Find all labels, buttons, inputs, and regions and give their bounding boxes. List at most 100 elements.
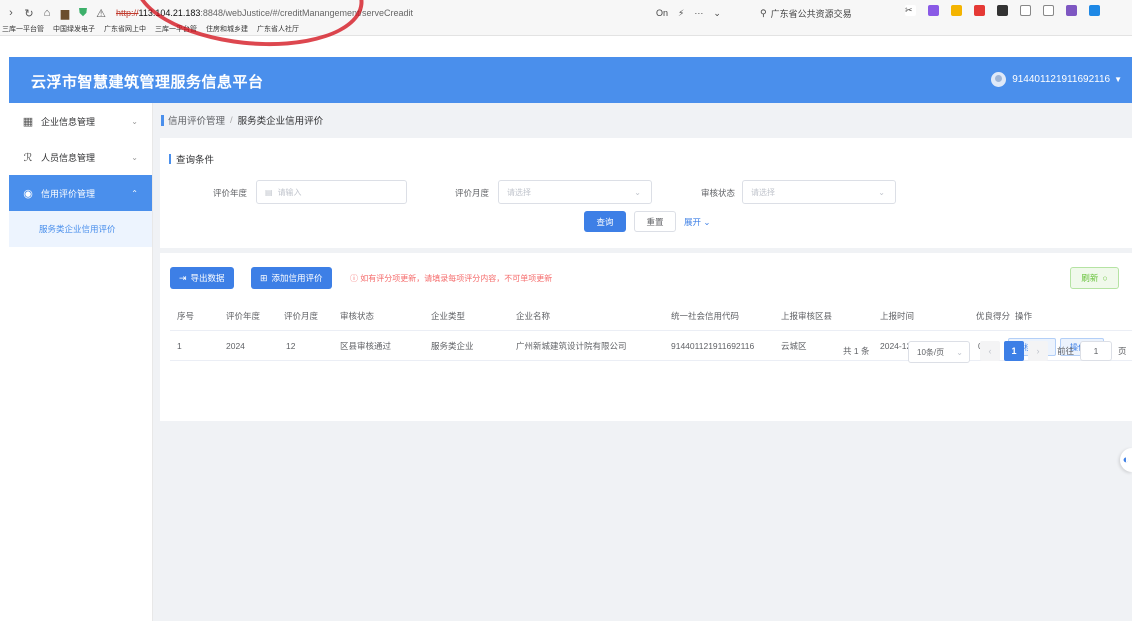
total-count: 共 1 条 <box>843 346 870 356</box>
breadcrumb-parent[interactable]: 信用评价管理 <box>168 113 225 127</box>
app-title: 云浮市智慧建筑管理服务信息平台 <box>31 74 264 91</box>
chevron-down-icon[interactable]: ⌄ <box>713 8 721 19</box>
table-panel: ⇥ 导出数据 ⊞ 添加信用评价 ⓘ 如有评分项更新，请填录每项评分内容，不可单项… <box>160 253 1132 421</box>
page-suffix: 页 <box>1118 346 1127 356</box>
expand-link[interactable]: 展开 ⌄ <box>684 216 711 228</box>
pagination: 共 1 条 10条/页 ⌄ ‹ 1 › 前往 1 页 <box>153 341 1132 363</box>
address-bar[interactable]: http://113.104.21.183:8848/webJustice/#/… <box>116 8 413 18</box>
forward-icon[interactable]: › <box>4 6 18 20</box>
column-header: 序号 <box>177 311 195 321</box>
status-select[interactable]: 请选择 ⌄ <box>742 180 896 204</box>
key-icon[interactable]: On <box>656 8 668 18</box>
search-button[interactable]: 查询 <box>584 211 626 232</box>
extension-icon[interactable] <box>974 5 985 16</box>
app-header: 云浮市智慧建筑管理服务信息平台 914401121911692116 ▼ <box>9 57 1132 103</box>
home-icon[interactable]: ⌂ <box>40 6 54 20</box>
user-menu[interactable]: 914401121911692116 ▼ <box>991 72 1122 87</box>
query-title: 查询条件 <box>169 152 214 166</box>
omnibox-actions: On ⚡ ··· ⌄ <box>656 4 721 22</box>
sidebar-item-credit-eval[interactable]: ◉ 信用评价管理 ⌃ <box>9 175 152 211</box>
status-label: 审核状态 <box>701 188 736 198</box>
sidebar-item-company-info[interactable]: ▦ 企业信息管理 ⌄ <box>9 103 152 139</box>
url-path: :8848/webJustice/#/creditManangement/ser… <box>200 8 414 18</box>
lightning-icon[interactable]: ⚡ <box>678 8 684 19</box>
main-content: 信用评价管理 / 服务类企业信用评价 查询条件 评价年度 ▤ 请输入 评价月度 … <box>153 103 1132 621</box>
plus-square-icon: ⊞ <box>260 272 268 283</box>
chevron-down-icon: ⌄ <box>131 116 138 126</box>
refresh-button[interactable]: 刷新 ○ <box>1070 267 1119 289</box>
caret-down-icon: ▼ <box>1114 75 1122 84</box>
query-panel: 查询条件 评价年度 ▤ 请输入 评价月度 请选择 ⌄ 审核状态 请选择 ⌄ 查询… <box>160 138 1132 248</box>
users-icon: ℛ <box>23 151 33 164</box>
status-placeholder: 请选择 <box>751 187 775 197</box>
month-label: 评价月度 <box>455 188 490 198</box>
bookmark-item[interactable]: 三库一平台管 <box>2 24 44 34</box>
chevron-down-icon: ⌄ <box>703 217 711 227</box>
extension-icon[interactable] <box>951 5 962 16</box>
breadcrumb-current: 服务类企业信用评价 <box>237 116 324 127</box>
column-header: 评价月度 <box>284 311 319 321</box>
reset-button[interactable]: 重置 <box>634 211 676 232</box>
bookmark-item[interactable]: 住房和城乡建 <box>206 24 248 34</box>
bookmark-item[interactable]: 广东省网上中 <box>104 24 146 34</box>
add-credit-eval-button[interactable]: ⊞ 添加信用评价 <box>251 267 332 289</box>
sidebar-item-personnel-info[interactable]: ℛ 人员信息管理 ⌄ <box>9 139 152 175</box>
sidebar-subitem-service-credit[interactable]: 服务类企业信用评价 <box>9 211 152 247</box>
goto-page-input[interactable]: 1 <box>1080 341 1112 361</box>
export-button[interactable]: ⇥ 导出数据 <box>170 267 234 289</box>
year-label: 评价年度 <box>213 188 248 198</box>
assistant-float-icon[interactable]: ◐ <box>1120 448 1132 472</box>
sidebar-item-label: 信用评价管理 <box>41 188 96 199</box>
column-header: 优良得分 <box>976 311 1011 321</box>
chevron-down-icon: ⌄ <box>956 347 963 357</box>
column-header: 上报时间 <box>880 311 915 321</box>
calendar-icon: ▤ <box>265 187 273 197</box>
url-protocol: http:// <box>116 8 139 18</box>
column-header: 评价年度 <box>226 311 261 321</box>
bookmark-item[interactable]: 中国绿发电子 <box>53 24 95 34</box>
month-placeholder: 请选择 <box>507 187 531 197</box>
chevron-down-icon: ⌄ <box>131 152 138 162</box>
bookmark-item[interactable]: 三库一平台管 <box>155 24 197 34</box>
column-header: 统一社会信用代码 <box>671 311 740 321</box>
extension-icon[interactable] <box>928 5 939 16</box>
update-notice: ⓘ 如有评分项更新，请填录每项评分内容，不可单项更新 <box>350 274 553 283</box>
sidebar-item-label: 企业信息管理 <box>41 116 96 127</box>
chevron-down-icon: ⌄ <box>634 187 641 197</box>
column-header: 企业类型 <box>431 311 466 321</box>
search-text: 广东省公共资源交易 <box>770 8 852 19</box>
browser-search[interactable]: ⚲ 广东省公共资源交易 <box>760 4 852 22</box>
sidebar-item-label: 人员信息管理 <box>41 152 96 163</box>
undo-icon[interactable] <box>1043 5 1054 16</box>
warning-icon: ⚠ <box>96 7 106 20</box>
reload-icon[interactable]: ↻ <box>22 6 36 20</box>
refresh-icon: ○ <box>1102 273 1108 283</box>
column-header: 上报审核区县 <box>781 311 833 321</box>
building-icon: ▦ <box>22 115 34 128</box>
breadcrumb: 信用评价管理 / 服务类企业信用评价 <box>161 113 323 127</box>
breadcrumb-separator: / <box>230 114 233 126</box>
url-host: 113.104.21.183 <box>138 8 201 18</box>
extension-icon[interactable] <box>1089 5 1100 16</box>
briefcase-icon[interactable]: ▆ <box>58 6 72 20</box>
bookmark-item[interactable]: 广东省人社厅 <box>257 24 299 34</box>
prev-page-button[interactable]: ‹ <box>980 341 1000 361</box>
page-number-current[interactable]: 1 <box>1004 341 1024 361</box>
chevron-up-icon: ⌃ <box>131 188 138 198</box>
avatar <box>991 72 1007 87</box>
puzzle-icon[interactable] <box>997 5 1008 16</box>
extension-icon[interactable] <box>1066 5 1077 16</box>
page-size-select[interactable]: 10条/页 ⌄ <box>908 341 970 363</box>
next-page-button[interactable]: › <box>1028 341 1048 361</box>
more-icon[interactable]: ··· <box>694 8 703 18</box>
month-select[interactable]: 请选择 ⌄ <box>498 180 652 204</box>
export-icon: ⇥ <box>179 272 187 283</box>
search-icon: ⚲ <box>760 7 767 18</box>
year-input[interactable]: ▤ 请输入 <box>256 180 407 204</box>
year-placeholder: 请输入 <box>277 187 302 197</box>
table-header: 序号 评价年度 评价月度 审核状态 企业类型 企业名称 统一社会信用代码 上报审… <box>170 301 1132 331</box>
download-icon[interactable] <box>1020 5 1031 16</box>
scissors-icon[interactable]: ✂ <box>905 5 916 16</box>
column-header: 企业名称 <box>516 311 551 321</box>
sidebar: ▦ 企业信息管理 ⌄ ℛ 人员信息管理 ⌄ ◉ 信用评价管理 ⌃ 服务类企业信用… <box>9 103 153 621</box>
